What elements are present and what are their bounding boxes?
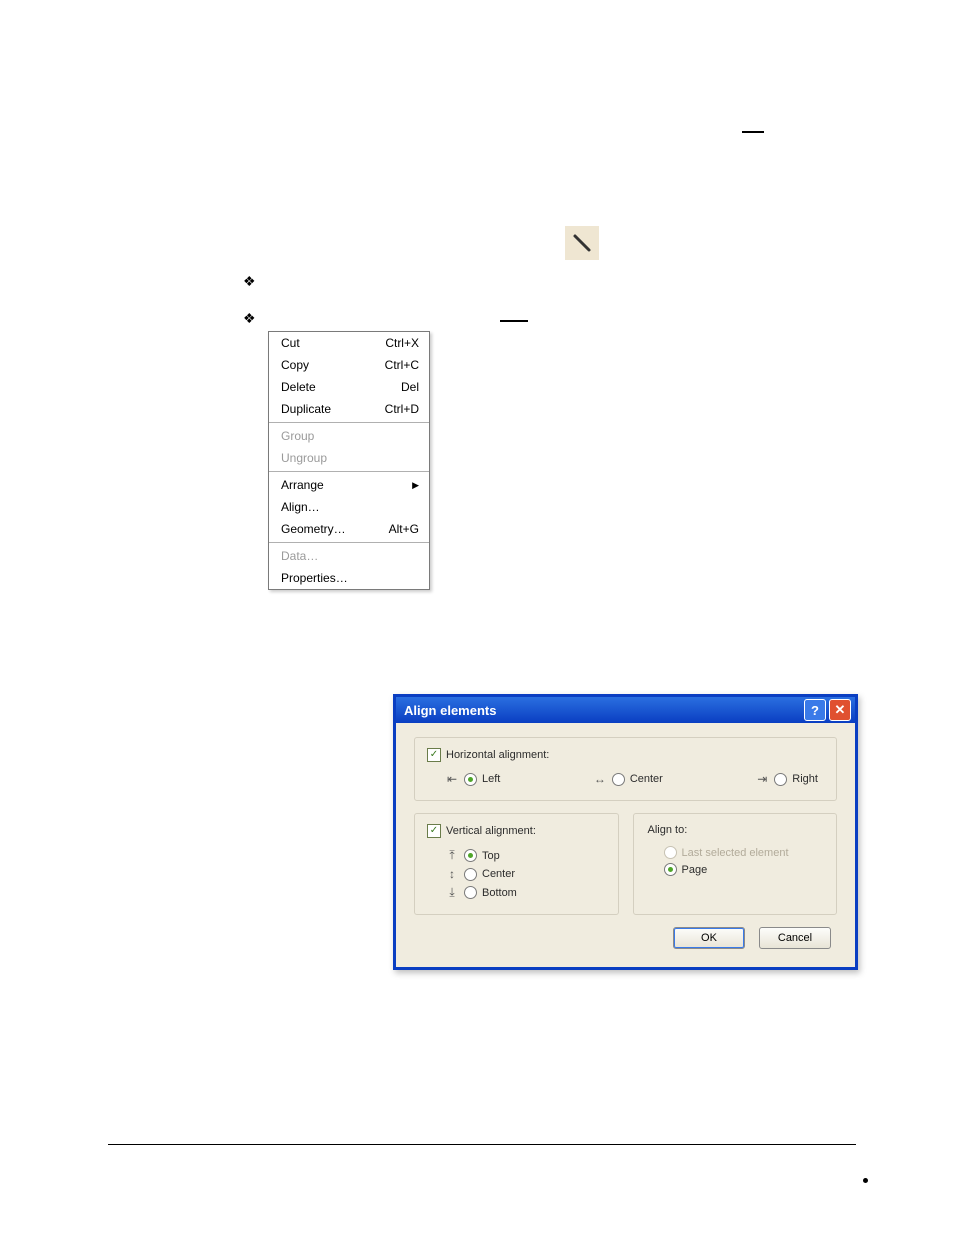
radio-label: Top: [482, 850, 500, 862]
align-left-icon: ⇤: [445, 772, 459, 786]
vertical-alignment-checkbox[interactable]: ✓ Vertical alignment:: [427, 824, 606, 838]
bullet-icon: ❖: [243, 274, 256, 291]
menu-item-label: Cut: [281, 336, 300, 350]
menu-separator: [269, 422, 429, 423]
context-menu: Cut Ctrl+X Copy Ctrl+C Delete Del Duplic…: [268, 331, 430, 590]
radio-icon: [612, 773, 625, 786]
underline-mark-1: [742, 131, 764, 133]
menu-separator: [269, 471, 429, 472]
menu-item-shortcut: Del: [401, 380, 419, 394]
ok-button[interactable]: OK: [673, 927, 745, 949]
radio-bottom[interactable]: ⤓ Bottom: [427, 883, 606, 902]
cancel-button[interactable]: Cancel: [759, 927, 831, 949]
align-center-v-icon: ↕: [445, 867, 459, 881]
help-button[interactable]: ?: [804, 699, 826, 721]
menu-item-copy[interactable]: Copy Ctrl+C: [269, 354, 429, 376]
menu-item-data: Data…: [269, 545, 429, 567]
radio-icon: [774, 773, 787, 786]
menu-item-align[interactable]: Align…: [269, 496, 429, 518]
radio-icon: [664, 863, 677, 876]
radio-icon: [664, 846, 677, 859]
menu-item-arrange[interactable]: Arrange ▶: [269, 474, 429, 496]
dialog-titlebar[interactable]: Align elements ? ✕: [396, 697, 855, 723]
align-center-h-icon: ↔: [593, 772, 607, 786]
menu-item-label: Duplicate: [281, 402, 331, 416]
radio-label: Bottom: [482, 887, 517, 899]
radio-center-h[interactable]: ↔ Center: [593, 770, 663, 788]
menu-item-label: Data…: [281, 549, 318, 563]
line-tool-icon: [565, 226, 599, 260]
footer-dot-icon: [863, 1178, 868, 1183]
radio-icon: [464, 868, 477, 881]
menu-separator: [269, 542, 429, 543]
checkbox-icon: ✓: [427, 824, 441, 838]
menu-item-shortcut: Alt+G: [389, 522, 419, 536]
radio-right[interactable]: ⇥ Right: [755, 770, 818, 788]
menu-item-label: Properties…: [281, 571, 348, 585]
menu-item-shortcut: Ctrl+X: [385, 336, 419, 350]
menu-item-delete[interactable]: Delete Del: [269, 376, 429, 398]
close-button[interactable]: ✕: [829, 699, 851, 721]
radio-center-v[interactable]: ↕ Center: [427, 865, 606, 883]
radio-top[interactable]: ⤒ Top: [427, 846, 606, 865]
horizontal-alignment-checkbox[interactable]: ✓ Horizontal alignment:: [427, 748, 824, 762]
submenu-arrow-icon: ▶: [412, 480, 419, 491]
bullet-icon: ❖: [243, 311, 256, 328]
align-to-label: Align to:: [646, 824, 825, 836]
radio-label: Center: [482, 868, 515, 880]
underline-mark-2: [500, 320, 528, 322]
align-to-group: Align to: Last selected element Page: [633, 813, 838, 915]
checkbox-label: Vertical alignment:: [446, 825, 536, 837]
checkbox-label: Horizontal alignment:: [446, 749, 549, 761]
align-elements-dialog: Align elements ? ✕ ✓ Horizontal alignmen…: [393, 694, 858, 970]
radio-icon: [464, 886, 477, 899]
menu-item-geometry[interactable]: Geometry… Alt+G: [269, 518, 429, 540]
radio-last-selected: Last selected element: [646, 844, 825, 861]
menu-item-ungroup: Ungroup: [269, 447, 429, 469]
menu-item-label: Arrange: [281, 478, 324, 492]
vertical-alignment-group: ✓ Vertical alignment: ⤒ Top ↕ Center ⤓ B…: [414, 813, 619, 915]
menu-item-properties[interactable]: Properties…: [269, 567, 429, 589]
align-bottom-icon: ⤓: [445, 885, 459, 900]
radio-label: Page: [682, 864, 708, 876]
footer-rule: [108, 1144, 856, 1145]
menu-item-shortcut: Ctrl+C: [385, 358, 419, 372]
radio-left[interactable]: ⇤ Left: [445, 770, 500, 788]
horizontal-alignment-group: ✓ Horizontal alignment: ⇤ Left ↔ Center …: [414, 737, 837, 801]
menu-item-label: Group: [281, 429, 314, 443]
radio-icon: [464, 849, 477, 862]
menu-item-shortcut: Ctrl+D: [385, 402, 419, 416]
menu-item-group: Group: [269, 425, 429, 447]
menu-item-label: Geometry…: [281, 522, 346, 536]
checkbox-icon: ✓: [427, 748, 441, 762]
radio-page[interactable]: Page: [646, 861, 825, 878]
align-right-icon: ⇥: [755, 772, 769, 786]
menu-item-label: Delete: [281, 380, 316, 394]
menu-item-label: Copy: [281, 358, 309, 372]
radio-label: Right: [792, 773, 818, 785]
radio-label: Center: [630, 773, 663, 785]
radio-label: Left: [482, 773, 500, 785]
radio-label: Last selected element: [682, 847, 789, 859]
menu-item-duplicate[interactable]: Duplicate Ctrl+D: [269, 398, 429, 420]
radio-icon: [464, 773, 477, 786]
align-top-icon: ⤒: [445, 848, 459, 863]
dialog-title: Align elements: [404, 703, 496, 718]
menu-item-cut[interactable]: Cut Ctrl+X: [269, 332, 429, 354]
menu-item-label: Align…: [281, 500, 320, 514]
menu-item-label: Ungroup: [281, 451, 327, 465]
